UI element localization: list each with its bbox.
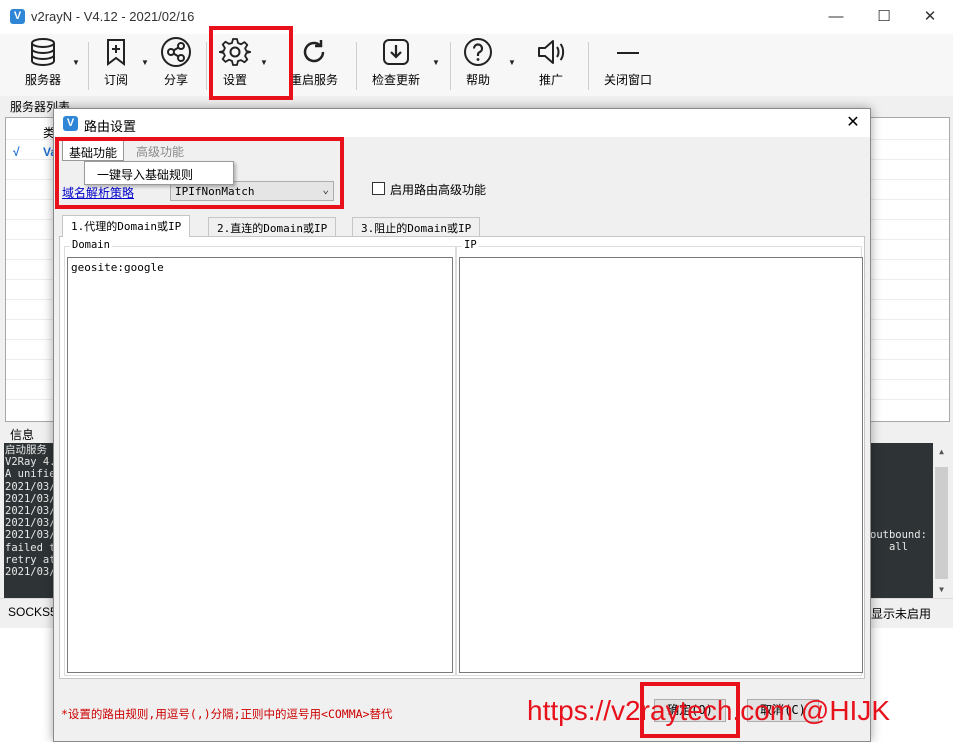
domain-strategy-value: IPIfNonMatch — [175, 185, 255, 198]
subscribe-label: 订阅 — [103, 73, 128, 87]
dialog-menu-bar: 基础功能 高级功能 — [54, 139, 870, 161]
chevron-down-icon: ⌄ — [322, 183, 329, 196]
close-window-label: 关闭窗口 — [603, 73, 652, 87]
share-button[interactable]: 分享 — [158, 36, 194, 92]
log-tail-line: all — [888, 541, 908, 554]
active-server-checkmark: √ — [13, 145, 20, 159]
log-line: failed t — [5, 541, 56, 554]
toolbar-separator — [450, 42, 451, 90]
dialog-close-icon[interactable]: ✕ — [842, 112, 864, 134]
app-logo-icon: V — [10, 9, 25, 24]
watermark-text: https://v2raytech.com @HIJK — [527, 695, 890, 726]
check-update-dropdown-arrow[interactable]: ▼ — [432, 58, 440, 67]
minimize-button[interactable]: — — [813, 4, 859, 30]
domain-group-title: Domain — [70, 239, 112, 251]
subscribe-dropdown-arrow[interactable]: ▼ — [141, 58, 149, 67]
scroll-thumb[interactable] — [935, 467, 948, 579]
domain-textarea[interactable]: geosite:google — [67, 257, 453, 673]
servers-button[interactable]: 服务器 — [20, 36, 66, 92]
routing-hint: *设置的路由规则,用逗号(,)分隔;正则中的逗号用<COMMA>替代 — [61, 707, 393, 721]
menu-basic-features[interactable]: 基础功能 — [62, 140, 125, 161]
dialog-logo-icon: V — [63, 116, 78, 131]
dialog-title-bar: V 路由设置 ✕ — [54, 109, 870, 137]
toolbar-separator — [588, 42, 589, 90]
info-label: 信息 — [10, 428, 35, 442]
check-update-label: 检查更新 — [371, 73, 420, 87]
speaker-icon — [538, 40, 565, 64]
log-tail: outbound: all — [870, 529, 927, 553]
ip-group-title: IP — [462, 239, 479, 251]
rule-tabs: 1.代理的Domain或IP 2.直连的Domain或IP 3.阻止的Domai… — [62, 215, 862, 237]
download-icon — [383, 39, 409, 65]
window-title: v2rayN - V4.12 - 2021/02/16 — [31, 9, 195, 24]
log-line: 2021/03/ — [5, 492, 56, 505]
servers-label: 服务器 — [24, 73, 61, 87]
promote-label: 推广 — [538, 73, 563, 87]
log-line: 2021/03/ — [5, 566, 56, 579]
share-label: 分享 — [163, 73, 188, 87]
title-bar: V v2rayN - V4.12 - 2021/02/16 — ☐ ✕ — [0, 0, 953, 34]
menu-advanced-features[interactable]: 高级功能 — [136, 143, 184, 160]
domain-strategy-link[interactable]: 域名解析策略 — [62, 184, 134, 201]
restart-service-button[interactable]: 重启服务 — [287, 36, 341, 92]
import-basic-rules-item[interactable]: 一键导入基础规则 — [97, 166, 193, 183]
ip-group: IP — [456, 239, 863, 676]
settings-button[interactable]: 设置 — [217, 36, 253, 92]
log-line: A unifie — [5, 468, 56, 481]
subscribe-button[interactable]: 订阅 — [96, 36, 136, 92]
toolbar-separator — [356, 42, 357, 90]
gear-icon — [219, 38, 251, 66]
ip-textarea[interactable] — [459, 257, 863, 673]
tab-direct[interactable]: 2.直连的Domain或IP — [208, 217, 337, 236]
bookmark-add-icon — [107, 39, 125, 66]
servers-dropdown-arrow[interactable]: ▼ — [72, 58, 80, 67]
domain-group: Domain geosite:google — [64, 239, 456, 676]
toolbar-separator — [206, 42, 207, 90]
log-lines: 启动服务 V2Ray 4. A unifie 2021/03/ 2021/03/… — [5, 444, 56, 578]
minus-icon — [617, 52, 639, 54]
tab-proxy[interactable]: 1.代理的Domain或IP — [62, 215, 191, 237]
domain-text: geosite:google — [71, 261, 164, 274]
scroll-up-icon[interactable]: ▲ — [933, 443, 950, 460]
toolbar-separator — [88, 42, 89, 90]
log-line: 启动服务 — [5, 444, 47, 456]
help-dropdown-arrow[interactable]: ▼ — [508, 58, 516, 67]
help-icon — [464, 38, 492, 66]
tab-block[interactable]: 3.阻止的Domain或IP — [352, 217, 481, 236]
share-icon — [161, 37, 191, 67]
check-update-button[interactable]: 检查更新 — [368, 36, 424, 92]
tab-page: Domain geosite:google IP — [59, 236, 865, 679]
log-line: V2Ray 4. — [5, 456, 56, 469]
log-line: 2021/03/ — [5, 529, 56, 542]
log-line: 2021/03/ — [5, 480, 56, 493]
maximize-button[interactable]: ☐ — [861, 4, 907, 30]
database-icon — [31, 38, 55, 67]
settings-label: 设置 — [222, 73, 247, 87]
enable-advanced-label[interactable]: 启用路由高级功能 — [390, 181, 486, 198]
restart-service-label: 重启服务 — [289, 73, 338, 87]
help-button[interactable]: 帮助 — [462, 36, 494, 92]
enable-advanced-checkbox[interactable] — [372, 182, 385, 195]
help-label: 帮助 — [465, 73, 490, 87]
log-line: retry at — [5, 553, 56, 566]
basic-features-dropdown: 一键导入基础规则 — [84, 161, 234, 185]
log-line: 2021/03/ — [5, 505, 56, 518]
scroll-down-icon[interactable]: ▼ — [933, 581, 950, 598]
log-line: 2021/03/ — [5, 517, 56, 530]
routing-settings-dialog: V 路由设置 ✕ 基础功能 高级功能 域名解析策略 IPIfNonMatch ⌄… — [53, 108, 871, 742]
promote-button[interactable]: 推广 — [533, 36, 569, 92]
close-window-button[interactable]: ✕ — [907, 4, 953, 30]
dialog-title: 路由设置 — [84, 119, 137, 134]
toolbar: 服务器 ▼ 订阅 ▼ 分享 设置 ▼ 重启服务 检查更新 ▼ 帮助 ▼ 推广 关… — [0, 34, 953, 96]
settings-dropdown-arrow[interactable]: ▼ — [260, 58, 268, 67]
close-window-toolbar-button[interactable]: 关闭窗口 — [602, 36, 654, 92]
log-scrollbar[interactable]: ▲ ▼ — [933, 443, 950, 598]
refresh-icon — [303, 40, 325, 63]
log-tail-line: outbound: — [870, 529, 927, 541]
